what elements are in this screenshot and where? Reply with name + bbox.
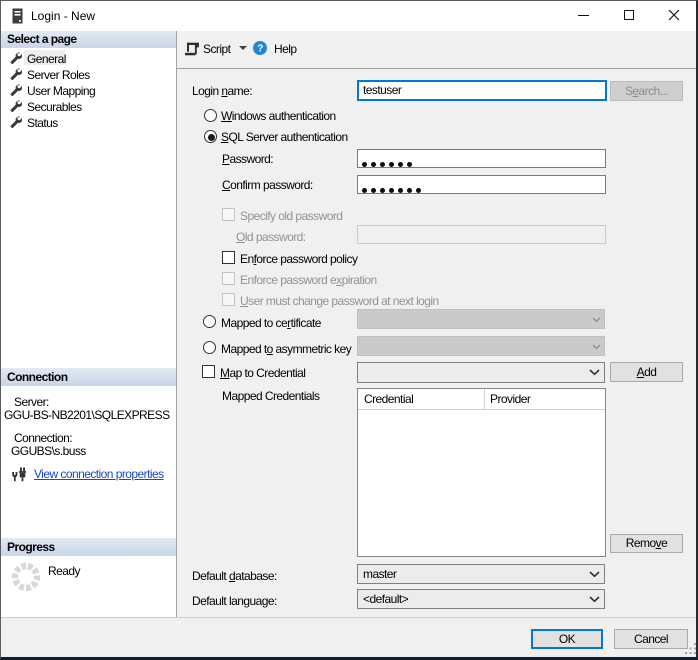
svg-text:?: ? bbox=[257, 44, 263, 55]
